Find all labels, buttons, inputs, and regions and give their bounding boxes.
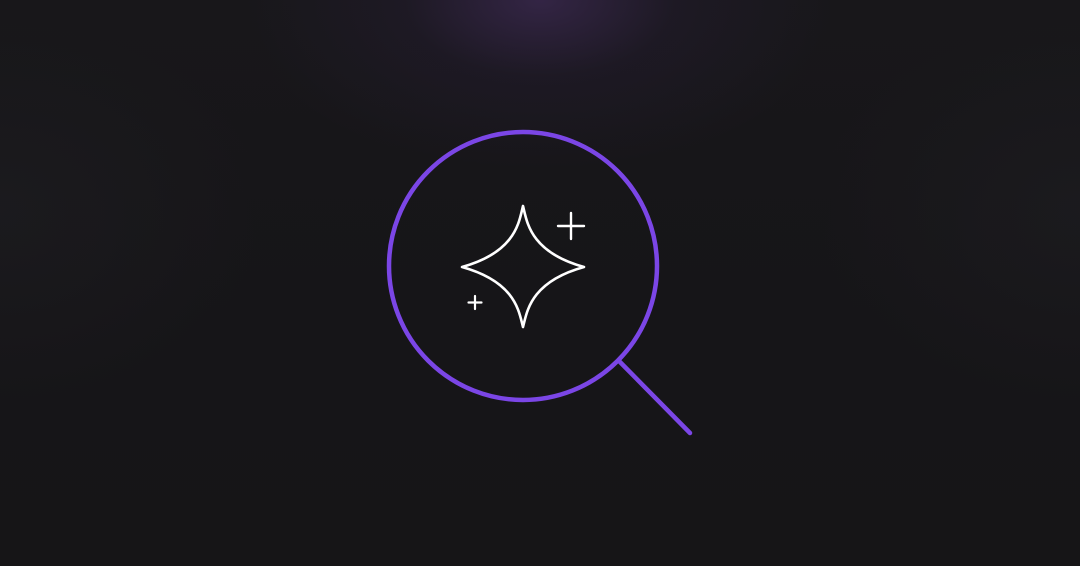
plus-sparkle-icon-small <box>467 294 483 311</box>
magnifier-handle <box>617 359 693 436</box>
magnifier-sparkle-icon <box>386 129 693 436</box>
plus-sparkle-icon-large <box>556 211 586 241</box>
sparkle-star-icon <box>460 204 586 329</box>
hero-banner <box>0 0 1080 566</box>
magnifier-ring <box>386 129 660 403</box>
